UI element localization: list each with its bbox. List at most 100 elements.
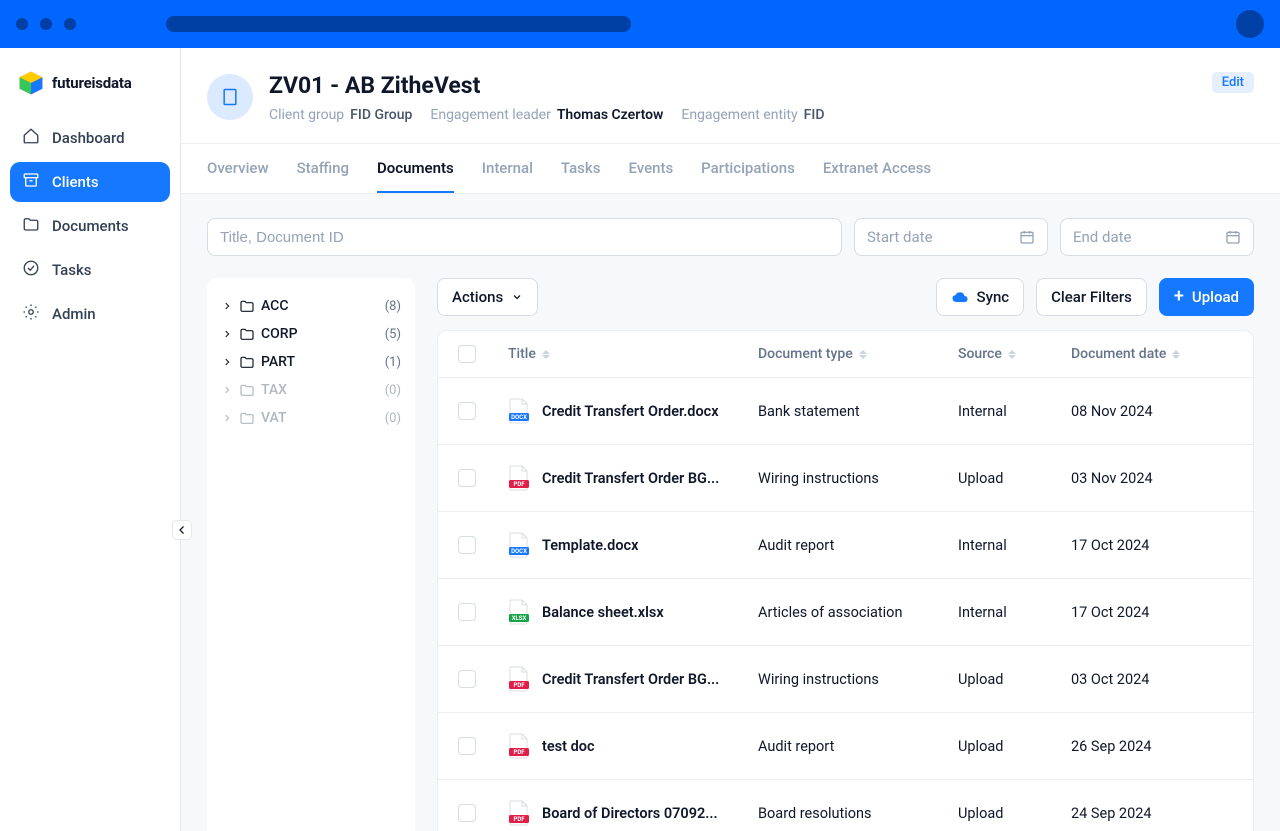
clear-filters-button[interactable]: Clear Filters [1036, 278, 1147, 316]
upload-button[interactable]: + Upload [1159, 278, 1254, 316]
doc-date: 08 Nov 2024 [1071, 403, 1233, 420]
folder-count: (8) [385, 299, 401, 314]
folder-label: PART [261, 354, 379, 370]
sort-icon [1008, 350, 1016, 359]
row-checkbox[interactable] [458, 536, 476, 554]
tabs: Overview Staffing Documents Internal Tasks Ev… [181, 144, 1280, 194]
traffic-light[interactable] [16, 18, 28, 30]
tab-overview[interactable]: Overview [207, 144, 269, 193]
doc-source: Internal [958, 403, 1071, 420]
row-checkbox[interactable] [458, 603, 476, 621]
nav-label: Documents [52, 217, 129, 235]
actions-dropdown[interactable]: Actions [437, 278, 538, 316]
tab-documents[interactable]: Documents [377, 144, 454, 193]
nav-label: Admin [52, 305, 96, 323]
folder-icon [239, 410, 255, 426]
folder-vat[interactable]: VAT(0) [217, 404, 405, 432]
upload-label: Upload [1192, 288, 1239, 306]
folder-tree: ACC (8) CORP(5)PART(1)TAX(0)VAT(0) [207, 278, 415, 831]
sidebar-item-tasks[interactable]: Tasks [10, 250, 170, 290]
brand-logo[interactable]: futureisdata [10, 64, 170, 118]
tab-participations[interactable]: Participations [701, 144, 795, 193]
column-date[interactable]: Document date [1071, 346, 1233, 362]
sync-button[interactable]: Sync [936, 278, 1025, 316]
folder-icon [22, 215, 40, 237]
folder-corp[interactable]: CORP(5) [217, 320, 405, 348]
row-checkbox[interactable] [458, 402, 476, 420]
clear-filters-label: Clear Filters [1051, 288, 1132, 306]
tab-extranet-access[interactable]: Extranet Access [823, 144, 931, 193]
doc-date: 03 Nov 2024 [1071, 470, 1233, 487]
window-controls [16, 18, 76, 30]
folder-icon [239, 382, 255, 398]
meta-item: Client groupFID Group [269, 107, 412, 123]
row-checkbox[interactable] [458, 804, 476, 822]
folder-tax[interactable]: TAX(0) [217, 376, 405, 404]
sidebar-item-documents[interactable]: Documents [10, 206, 170, 246]
page-header: ZV01 - AB ZitheVest Client groupFID Grou… [181, 48, 1280, 144]
traffic-light[interactable] [40, 18, 52, 30]
file-title: test doc [542, 738, 595, 755]
table-row[interactable]: PDFCredit Transfert Order BG...Wiring in… [438, 445, 1253, 512]
svg-text:PDF: PDF [513, 682, 525, 689]
folder-count: (5) [385, 327, 401, 342]
sidebar-item-admin[interactable]: Admin [10, 294, 170, 334]
folder-acc[interactable]: ACC (8) [217, 292, 405, 320]
end-date-input[interactable]: End date [1060, 218, 1254, 256]
doc-date: 24 Sep 2024 [1071, 805, 1233, 822]
chevron-right-icon [221, 413, 233, 423]
folder-label: ACC [261, 298, 379, 314]
row-checkbox[interactable] [458, 469, 476, 487]
folder-part[interactable]: PART(1) [217, 348, 405, 376]
table-row[interactable]: DOCXTemplate.docxAudit reportInternal17 … [438, 512, 1253, 579]
column-doc-type[interactable]: Document type [758, 346, 958, 362]
chevron-down-icon [511, 291, 523, 303]
gear-icon [22, 303, 40, 325]
doc-type: Articles of association [758, 604, 958, 621]
tab-events[interactable]: Events [628, 144, 673, 193]
sidebar-item-clients[interactable]: Clients [10, 162, 170, 202]
row-checkbox[interactable] [458, 737, 476, 755]
column-source[interactable]: Source [958, 346, 1071, 362]
meta-value: FID Group [350, 107, 412, 123]
address-bar-placeholder [166, 16, 631, 32]
cloud-icon [951, 291, 969, 304]
file-title: Board of Directors 07092... [542, 805, 718, 822]
table-row[interactable]: DOCXCredit Transfert Order.docxBank stat… [438, 378, 1253, 445]
meta-value: Thomas Czertow [557, 107, 664, 123]
search-input[interactable] [207, 218, 842, 256]
nav-label: Clients [52, 173, 99, 191]
table-row[interactable]: PDFCredit Transfert Order BG...Wiring in… [438, 646, 1253, 713]
doc-source: Internal [958, 537, 1071, 554]
doc-type: Board resolutions [758, 805, 958, 822]
actions-label: Actions [452, 288, 503, 306]
doc-type: Audit report [758, 738, 958, 755]
doc-source: Upload [958, 470, 1071, 487]
select-all-checkbox[interactable] [458, 345, 476, 363]
tab-tasks[interactable]: Tasks [561, 144, 601, 193]
traffic-light[interactable] [64, 18, 76, 30]
row-checkbox[interactable] [458, 670, 476, 688]
meta-item: Engagement entityFID [681, 107, 824, 123]
browser-titlebar [0, 0, 1280, 48]
tab-staffing[interactable]: Staffing [297, 144, 349, 193]
file-title: Credit Transfert Order BG... [542, 470, 719, 487]
folder-label: TAX [261, 382, 379, 398]
start-date-input[interactable]: Start date [854, 218, 1048, 256]
meta-label: Engagement leader [430, 107, 550, 123]
table-row[interactable]: XLSXBalance sheet.xlsxArticles of associ… [438, 579, 1253, 646]
collapse-sidebar-button[interactable] [172, 520, 192, 540]
sidebar-item-dashboard[interactable]: Dashboard [10, 118, 170, 158]
table-header: Title Document type Source Document date [438, 331, 1253, 378]
tab-internal[interactable]: Internal [482, 144, 533, 193]
profile-avatar[interactable] [1236, 10, 1264, 38]
documents-table: Title Document type Source Document date… [437, 330, 1254, 831]
edit-button[interactable]: Edit [1212, 72, 1254, 93]
column-title[interactable]: Title [508, 346, 758, 362]
end-date-placeholder: End date [1073, 228, 1131, 246]
meta-value: FID [804, 107, 825, 123]
doc-date: 03 Oct 2024 [1071, 671, 1233, 688]
table-row[interactable]: PDFBoard of Directors 07092...Board reso… [438, 780, 1253, 831]
pdf-file-icon: PDF [508, 465, 530, 491]
table-row[interactable]: PDFtest docAudit reportUpload26 Sep 2024 [438, 713, 1253, 780]
